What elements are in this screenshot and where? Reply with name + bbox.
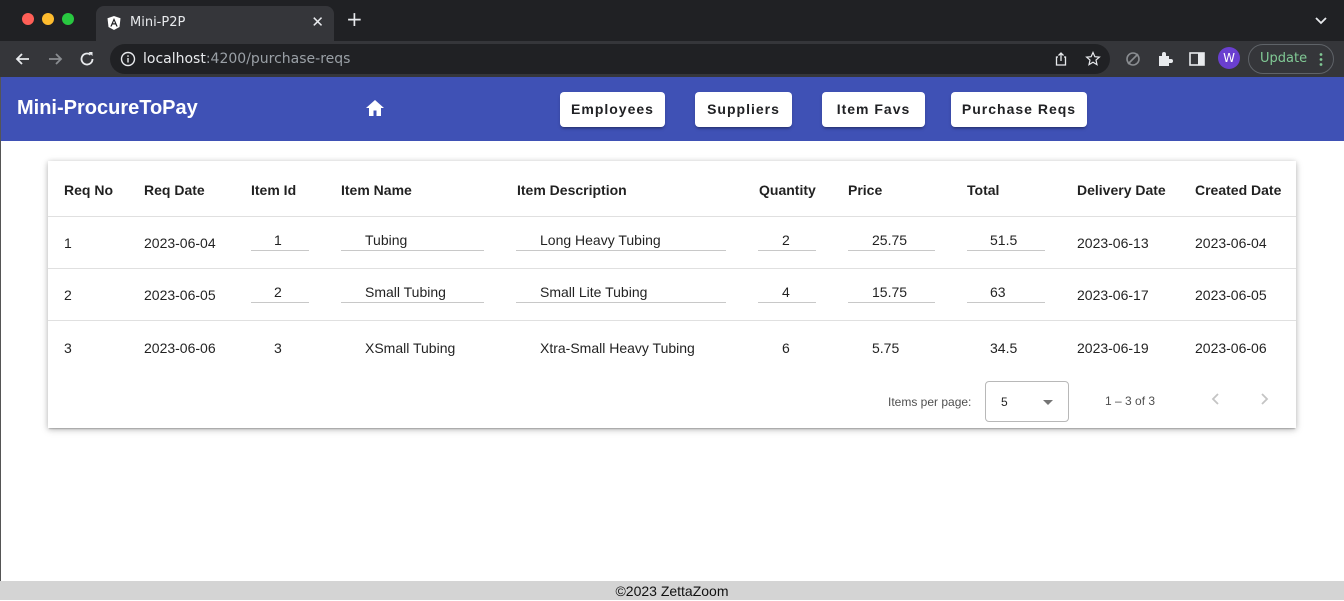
req-date-cell: 2023-06-04 <box>144 235 216 251</box>
address-bar[interactable]: localhost:4200/purchase-reqs <box>110 44 1110 74</box>
created-date-cell: 2023-06-05 <box>1195 287 1267 303</box>
angular-favicon-icon <box>107 16 121 30</box>
item-description-cell: Xtra-Small Heavy Tubing <box>540 340 695 356</box>
column-header-item-description: Item Description <box>517 182 627 198</box>
url-host: localhost <box>143 51 206 67</box>
item-name-cell: XSmall Tubing <box>365 340 456 356</box>
item-description-input[interactable]: Small Lite Tubing <box>516 282 726 303</box>
price-input[interactable]: 15.75 <box>848 282 935 303</box>
item-id-input[interactable]: 2 <box>251 282 309 303</box>
tab-title: Mini-P2P <box>130 15 186 30</box>
reload-icon[interactable] <box>77 49 97 69</box>
quantity-cell: 6 <box>782 340 790 356</box>
item-name-input[interactable]: Small Tubing <box>341 282 484 303</box>
profile-avatar[interactable]: W <box>1218 47 1240 69</box>
created-date-cell: 2023-06-06 <box>1195 340 1267 356</box>
tab-search-chevron-icon[interactable] <box>1314 13 1328 27</box>
items-per-page-label: Items per page: <box>888 395 972 409</box>
share-icon[interactable] <box>1053 51 1069 67</box>
side-panel-icon[interactable] <box>1187 49 1207 69</box>
page-range-label: 1 – 3 of 3 <box>1105 394 1156 408</box>
column-header-total: Total <box>967 182 1000 198</box>
next-page-icon[interactable] <box>1256 391 1272 407</box>
quantity-input[interactable]: 4 <box>758 282 816 303</box>
dropdown-caret-icon <box>1043 400 1053 405</box>
extension-sync-icon[interactable] <box>1123 49 1143 69</box>
quantity-input[interactable]: 2 <box>758 230 816 251</box>
table-row[interactable]: 1 2023-06-04 1 Tubing Long Heavy Tubing … <box>48 216 1296 268</box>
column-header-req-no: Req No <box>64 182 113 198</box>
delivery-date-cell: 2023-06-13 <box>1077 235 1149 251</box>
more-menu-icon <box>1319 53 1323 66</box>
close-window-button[interactable] <box>22 13 34 25</box>
window-edge <box>0 77 1 581</box>
total-input[interactable]: 51.5 <box>967 230 1045 251</box>
table-row[interactable]: 3 2023-06-06 3 XSmall Tubing Xtra-Small … <box>48 320 1296 372</box>
price-cell: 5.75 <box>872 340 900 356</box>
page-footer: ©2023 ZettaZoom <box>0 581 1344 600</box>
item-id-cell: 3 <box>274 340 282 356</box>
tab-close-icon[interactable]: ✕ <box>311 13 324 31</box>
minimize-window-button[interactable] <box>42 13 54 25</box>
delivery-date-cell: 2023-06-19 <box>1077 340 1149 356</box>
app-toolbar: Mini-ProcureToPay Employees Suppliers It… <box>0 77 1344 141</box>
forward-arrow-icon[interactable] <box>45 49 65 69</box>
req-date-cell: 2023-06-05 <box>144 287 216 303</box>
browser-chrome: Mini-P2P ✕ + localhost:4200/purchase-req… <box>0 0 1344 77</box>
update-button[interactable]: Update <box>1248 44 1334 74</box>
update-label: Update <box>1260 51 1308 66</box>
page-size-select[interactable]: 5 <box>985 381 1069 422</box>
nav-employees-button[interactable]: Employees <box>560 92 665 127</box>
url-path: :4200/purchase-reqs <box>205 51 351 67</box>
column-header-quantity: Quantity <box>759 182 816 198</box>
new-tab-button[interactable]: + <box>346 9 363 29</box>
column-header-item-name: Item Name <box>341 182 412 198</box>
price-input[interactable]: 25.75 <box>848 230 935 251</box>
previous-page-icon[interactable] <box>1208 391 1224 407</box>
column-header-created-date: Created Date <box>1195 182 1282 198</box>
browser-toolbar: localhost:4200/purchase-reqs W Update <box>0 41 1344 77</box>
item-description-input[interactable]: Long Heavy Tubing <box>516 230 726 251</box>
total-input[interactable]: 63 <box>967 282 1045 303</box>
page-size-value: 5 <box>1001 395 1008 409</box>
table-row[interactable]: 2 2023-06-05 2 Small Tubing Small Lite T… <box>48 268 1296 320</box>
maximize-window-button[interactable] <box>62 13 74 25</box>
site-info-icon[interactable] <box>120 51 136 67</box>
req-date-cell: 2023-06-06 <box>144 340 216 356</box>
nav-purchase-reqs-button[interactable]: Purchase Reqs <box>951 92 1087 127</box>
purchase-reqs-table: Req No Req Date Item Id Item Name Item D… <box>48 161 1296 428</box>
total-cell: 34.5 <box>990 340 1018 356</box>
nav-item-favs-button[interactable]: Item Favs <box>822 92 925 127</box>
column-header-price: Price <box>848 182 883 198</box>
url-text: localhost:4200/purchase-reqs <box>143 51 350 67</box>
browser-tab[interactable]: Mini-P2P ✕ <box>96 6 334 41</box>
created-date-cell: 2023-06-04 <box>1195 235 1267 251</box>
item-name-input[interactable]: Tubing <box>341 230 484 251</box>
extensions-puzzle-icon[interactable] <box>1155 49 1175 69</box>
nav-suppliers-button[interactable]: Suppliers <box>695 92 792 127</box>
item-id-input[interactable]: 1 <box>251 230 309 251</box>
column-header-delivery-date: Delivery Date <box>1077 182 1166 198</box>
column-header-req-date: Req Date <box>144 182 205 198</box>
req-no-cell: 2 <box>64 287 72 303</box>
req-no-cell: 3 <box>64 340 72 356</box>
home-icon[interactable] <box>364 97 386 119</box>
req-no-cell: 1 <box>64 235 72 251</box>
app-title[interactable]: Mini-ProcureToPay <box>17 97 198 120</box>
tab-strip: Mini-P2P ✕ + <box>0 0 1344 41</box>
delivery-date-cell: 2023-06-17 <box>1077 287 1149 303</box>
back-arrow-icon[interactable] <box>13 49 33 69</box>
column-header-item-id: Item Id <box>251 182 297 198</box>
bookmark-star-icon[interactable] <box>1085 51 1101 67</box>
copyright-text: ©2023 ZettaZoom <box>615 583 729 599</box>
